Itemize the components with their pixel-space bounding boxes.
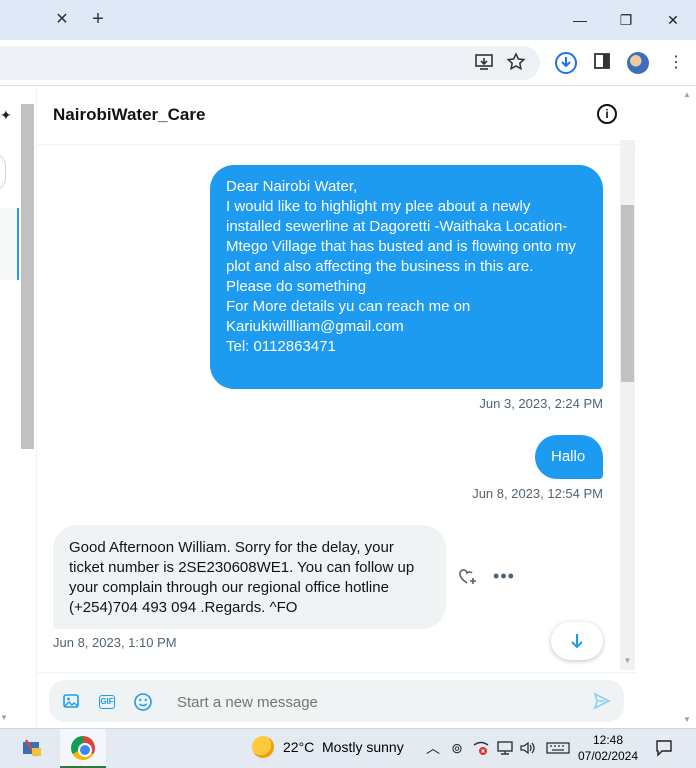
conversation-title: NairobiWater_Care bbox=[53, 105, 206, 124]
minimize-button[interactable]: — bbox=[568, 8, 592, 32]
notification-icon[interactable] bbox=[654, 738, 674, 758]
new-tab-button[interactable]: + bbox=[88, 8, 108, 30]
clock-time: 12:48 bbox=[592, 733, 624, 747]
weather-temperature[interactable]: 22°C bbox=[283, 739, 314, 755]
install-app-icon[interactable] bbox=[473, 52, 495, 74]
chevron-up-icon[interactable]: ︿ bbox=[424, 739, 442, 757]
clock-date: 07/02/2024 bbox=[577, 749, 639, 763]
add-reaction-icon[interactable] bbox=[458, 567, 478, 587]
volume-icon[interactable] bbox=[519, 739, 537, 757]
system-clock[interactable]: 12:48 07/02/2024 bbox=[576, 732, 640, 764]
emoji-icon[interactable] bbox=[133, 692, 153, 712]
message-timestamp: Jun 3, 2023, 2:24 PM bbox=[479, 396, 603, 411]
conversation-header: NairobiWater_Care i bbox=[37, 87, 636, 145]
message-input[interactable] bbox=[177, 691, 557, 713]
taskbar-app-icon[interactable] bbox=[20, 736, 44, 760]
send-icon[interactable] bbox=[592, 692, 612, 712]
more-options-icon[interactable]: ••• bbox=[493, 566, 515, 586]
page-scroll-down-arrow[interactable]: ▼ bbox=[683, 715, 691, 724]
conversation-scrollbar-thumb[interactable] bbox=[621, 205, 634, 382]
left-scrollbar-thumb[interactable] bbox=[21, 104, 34, 449]
profile-avatar[interactable] bbox=[627, 52, 649, 74]
message-timestamp: Jun 8, 2023, 1:10 PM bbox=[53, 635, 177, 650]
keyboard-icon[interactable] bbox=[546, 739, 570, 757]
sidepanel-icon[interactable] bbox=[591, 52, 613, 74]
message-bubble-outgoing[interactable]: Hallo bbox=[535, 435, 603, 479]
settings-gear-icon[interactable]: ✦ bbox=[0, 107, 12, 123]
weather-sun-icon[interactable] bbox=[252, 736, 274, 758]
chrome-icon bbox=[71, 736, 95, 760]
kebab-menu-icon[interactable]: ⋮ bbox=[665, 52, 687, 74]
network-status-icon[interactable] bbox=[472, 739, 490, 757]
message-timestamp: Jun 8, 2023, 12:54 PM bbox=[472, 486, 603, 501]
active-conversation-item[interactable] bbox=[0, 208, 19, 280]
display-icon[interactable] bbox=[496, 739, 514, 757]
message-bubble-incoming[interactable]: Good Afternoon William. Sorry for the de… bbox=[53, 525, 446, 629]
star-icon[interactable] bbox=[505, 52, 527, 74]
camera-icon[interactable]: ⊚ bbox=[448, 739, 466, 757]
image-icon[interactable] bbox=[61, 692, 81, 712]
close-window-button[interactable]: ✕ bbox=[661, 8, 685, 32]
left-scroll-down-arrow[interactable]: ▼ bbox=[0, 713, 8, 722]
weather-condition[interactable]: Mostly sunny bbox=[322, 739, 404, 755]
conversation-scroll-down-arrow[interactable]: ▼ bbox=[621, 656, 634, 668]
scroll-to-bottom-button[interactable] bbox=[551, 622, 603, 660]
gif-icon[interactable]: GIF bbox=[99, 695, 115, 709]
page-scroll-up-arrow[interactable]: ▲ bbox=[683, 90, 691, 99]
info-icon[interactable]: i bbox=[597, 104, 617, 124]
restore-button[interactable]: ❐ bbox=[614, 8, 638, 32]
message-bubble-outgoing[interactable]: Dear Nairobi Water, I would like to high… bbox=[210, 165, 603, 389]
tab-close-icon[interactable]: ✕ bbox=[54, 10, 70, 30]
address-bar[interactable] bbox=[0, 46, 540, 80]
page-scrollbar[interactable]: ▲ ▼ bbox=[680, 87, 696, 728]
download-icon[interactable] bbox=[554, 51, 578, 75]
